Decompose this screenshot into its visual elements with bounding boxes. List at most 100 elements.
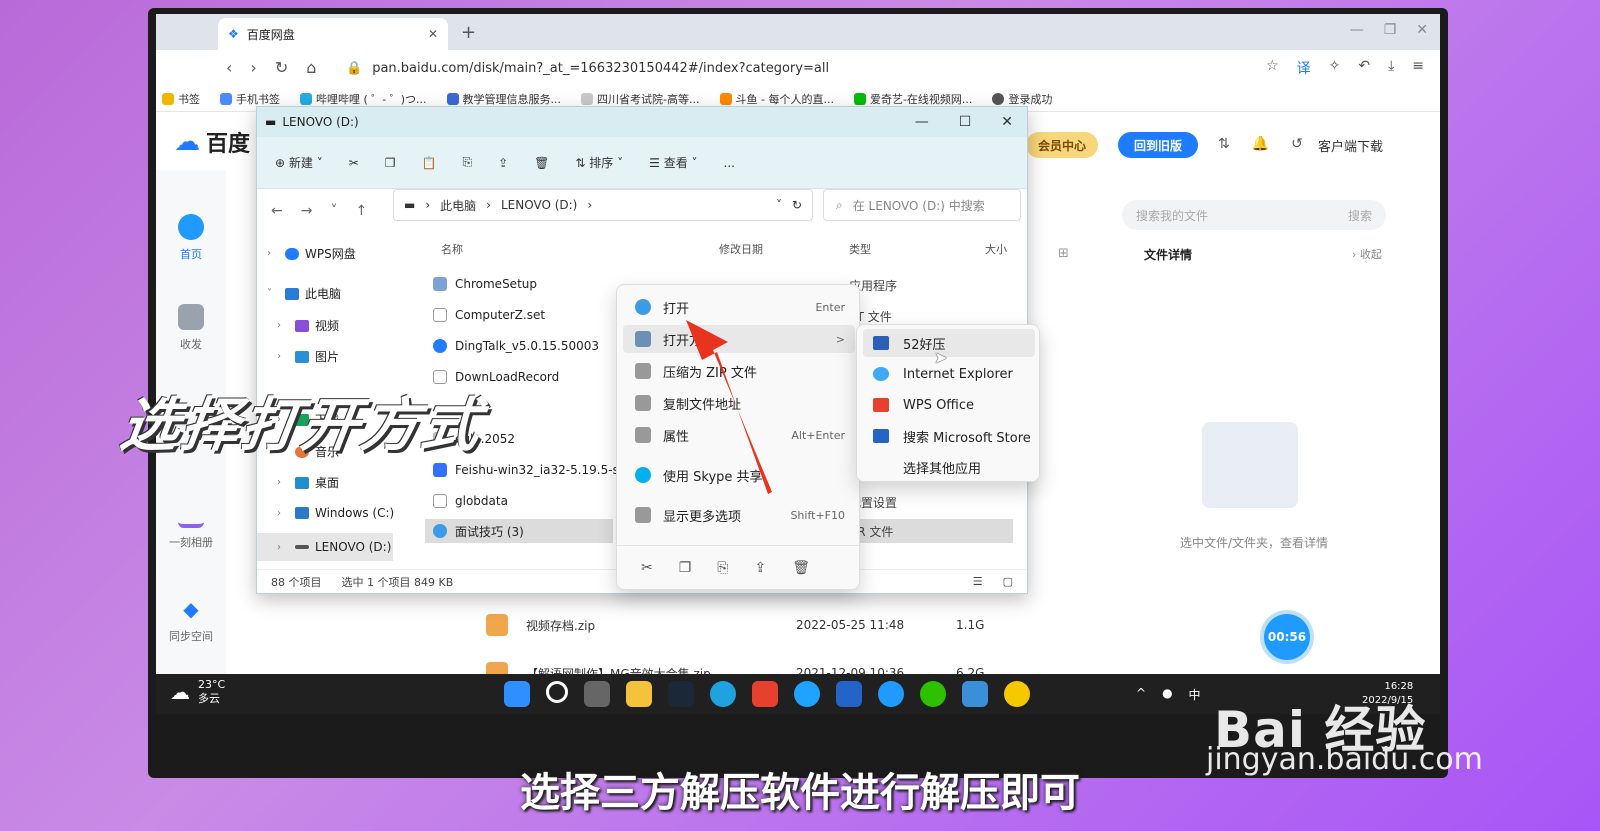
- bookmark-item[interactable]: 教学管理信息服务...: [446, 91, 561, 107]
- old-version-button[interactable]: 回到旧版: [1118, 132, 1198, 158]
- home-icon[interactable]: ⌂: [306, 58, 316, 77]
- extensions-icon[interactable]: ✧: [1329, 58, 1341, 78]
- breadcrumb-this-pc[interactable]: 此电脑: [440, 197, 476, 214]
- details-collapse-button[interactable]: › 收起: [1352, 246, 1382, 262]
- tree-item-desktop[interactable]: › 桌面: [277, 474, 339, 491]
- sidebar-item-home[interactable]: 首页: [156, 214, 226, 262]
- tiles-view-icon[interactable]: ▢: [1003, 575, 1013, 588]
- up-icon[interactable]: ↑: [355, 203, 367, 219]
- bookmark-item[interactable]: 哔哩哔哩 ( ゜- ゜)つ...: [300, 91, 427, 107]
- reload-icon[interactable]: ↻: [275, 58, 288, 77]
- ie-icon[interactable]: [878, 681, 904, 707]
- download-icon[interactable]: ⤓: [1388, 58, 1394, 78]
- transfer-icon[interactable]: ⇅: [1218, 136, 1230, 152]
- forward-icon[interactable]: ›: [250, 58, 256, 77]
- copy-icon[interactable]: ❐: [385, 156, 396, 170]
- grid-view-icon[interactable]: ⊞: [1058, 246, 1069, 261]
- start-icon[interactable]: [504, 681, 530, 707]
- file-item[interactable]: ChromeSetup: [433, 277, 537, 291]
- chevron-up-icon[interactable]: ^: [1136, 686, 1146, 703]
- tree-item-drive-c[interactable]: › Windows (C:): [277, 506, 394, 520]
- cut-icon[interactable]: ✂: [641, 560, 653, 576]
- menu-item-skype-share[interactable]: 使用 Skype 共享: [623, 461, 855, 489]
- delete-icon[interactable]: 🗑: [534, 156, 549, 170]
- submenu-item-other-app[interactable]: 选择其他应用: [863, 453, 1035, 481]
- steam-icon[interactable]: [668, 681, 694, 707]
- restore-icon[interactable]: ❐: [1384, 22, 1397, 38]
- explorer-search-input[interactable]: ⌕ 在 LENOVO (D:) 中搜索: [823, 189, 1021, 221]
- sidebar-item-share[interactable]: 收发: [156, 304, 226, 352]
- browser-tab[interactable]: ❖ 百度网盘 ✕: [218, 18, 448, 50]
- share-icon[interactable]: ⇪: [498, 156, 508, 170]
- url-field[interactable]: 🔒 pan.baidu.com/disk/main?_at_=166323015…: [346, 56, 1246, 80]
- rename-icon[interactable]: ⎘: [717, 560, 728, 576]
- delete-icon[interactable]: 🗑: [792, 560, 810, 576]
- client-download-link[interactable]: 客户端下载: [1318, 136, 1383, 155]
- search-icon[interactable]: [546, 681, 568, 703]
- file-item[interactable]: DingTalk_v5.0.15.50003: [433, 339, 599, 353]
- explorer-address-bar[interactable]: ▬ › 此电脑 › LENOVO (D:) › ˅ ↻: [393, 189, 813, 221]
- submenu-item-ms-store[interactable]: 搜索 Microsoft Store: [863, 422, 1035, 450]
- bookmark-item[interactable]: 手机书签: [220, 91, 280, 107]
- maximize-icon[interactable]: ☐: [959, 114, 972, 130]
- new-tab-button[interactable]: +: [461, 22, 476, 43]
- task-view-icon[interactable]: [584, 681, 610, 707]
- menu-item-more-options[interactable]: 显示更多选项 Shift+F10: [623, 501, 855, 529]
- menu-item-properties[interactable]: 属性 Alt+Enter: [623, 421, 855, 449]
- bookmark-item[interactable]: 爱奇艺-在线视频网...: [853, 91, 972, 107]
- back-icon[interactable]: ←: [271, 203, 283, 219]
- new-button[interactable]: ⊕ 新建 ˅: [275, 154, 323, 171]
- tree-item-videos[interactable]: › 视频: [277, 317, 339, 334]
- cloud-file-row[interactable]: 视频存档.zip 2022-05-25 11:48 1.1G: [486, 614, 984, 636]
- rename-icon[interactable]: ⎘: [463, 155, 473, 170]
- refresh-icon[interactable]: ↺: [1291, 136, 1303, 152]
- browser-icon[interactable]: [794, 681, 820, 707]
- menu-item-compress-zip[interactable]: 压缩为 ZIP 文件: [623, 357, 855, 385]
- breadcrumb-drive[interactable]: LENOVO (D:): [501, 198, 577, 212]
- sidebar-item-sync[interactable]: ◆ 同步空间: [156, 596, 226, 644]
- submenu-item-52haoya[interactable]: 52好压: [863, 329, 1035, 357]
- bookmark-item[interactable]: 登录成功: [992, 91, 1052, 107]
- share-icon[interactable]: ⇪: [755, 560, 767, 576]
- submenu-item-ie[interactable]: Internet Explorer: [863, 360, 1035, 388]
- sort-button[interactable]: ⇅ 排序 ˅: [575, 154, 623, 171]
- tree-item-pictures[interactable]: › 图片: [277, 348, 339, 365]
- file-item-selected[interactable]: 面试技巧 (3): [425, 519, 613, 543]
- close-tab-icon[interactable]: ✕: [428, 27, 438, 41]
- submenu-item-wps[interactable]: WPS Office: [863, 391, 1035, 419]
- minimize-icon[interactable]: —: [1350, 22, 1364, 38]
- column-type[interactable]: 类型: [849, 241, 871, 257]
- weather-widget[interactable]: ☁ 23°C 多云: [170, 678, 225, 706]
- forward-icon[interactable]: →: [301, 203, 313, 219]
- menu-item-open-with[interactable]: 打开方式 >: [623, 325, 855, 353]
- file-item[interactable]: globdata: [433, 494, 508, 508]
- file-explorer-icon[interactable]: [626, 681, 652, 707]
- minimize-icon[interactable]: —: [915, 114, 929, 130]
- details-view-icon[interactable]: ☰: [973, 575, 983, 588]
- menu-item-open[interactable]: 打开 Enter: [623, 293, 855, 321]
- feishu-icon[interactable]: [836, 681, 862, 707]
- qq-icon[interactable]: ●: [1162, 686, 1172, 703]
- column-name[interactable]: 名称: [441, 241, 463, 257]
- search-button[interactable]: 搜索: [1348, 207, 1372, 224]
- ime-indicator[interactable]: 中: [1189, 686, 1201, 703]
- file-item[interactable]: ComputerZ.set: [433, 308, 545, 322]
- tree-item-drive-d[interactable]: › LENOVO (D:): [257, 533, 393, 561]
- view-button[interactable]: ☰ 查看 ˅: [649, 154, 697, 171]
- wps-icon[interactable]: [752, 681, 778, 707]
- menu-item-copy-path[interactable]: 复制文件地址: [623, 389, 855, 417]
- search-files-input[interactable]: 搜索我的文件 搜索: [1122, 200, 1386, 230]
- close-icon[interactable]: ✕: [1001, 114, 1013, 130]
- sidebar-item-album[interactable]: 一刻相册: [156, 514, 226, 550]
- wechat-icon[interactable]: [920, 681, 946, 707]
- cut-icon[interactable]: ✂: [349, 156, 359, 170]
- column-size[interactable]: 大小: [985, 241, 1007, 257]
- tree-item-wps[interactable]: › WPS网盘: [267, 245, 356, 262]
- recent-icon[interactable]: ˅: [330, 203, 337, 219]
- edge-icon[interactable]: [710, 681, 736, 707]
- notepad-icon[interactable]: [962, 681, 988, 707]
- chevron-down-icon[interactable]: ˅: [776, 198, 782, 212]
- refresh-icon[interactable]: ↻: [792, 198, 802, 212]
- baidu-logo[interactable]: ☁ 百度: [174, 126, 250, 158]
- bookmark-item[interactable]: 书签: [162, 91, 200, 107]
